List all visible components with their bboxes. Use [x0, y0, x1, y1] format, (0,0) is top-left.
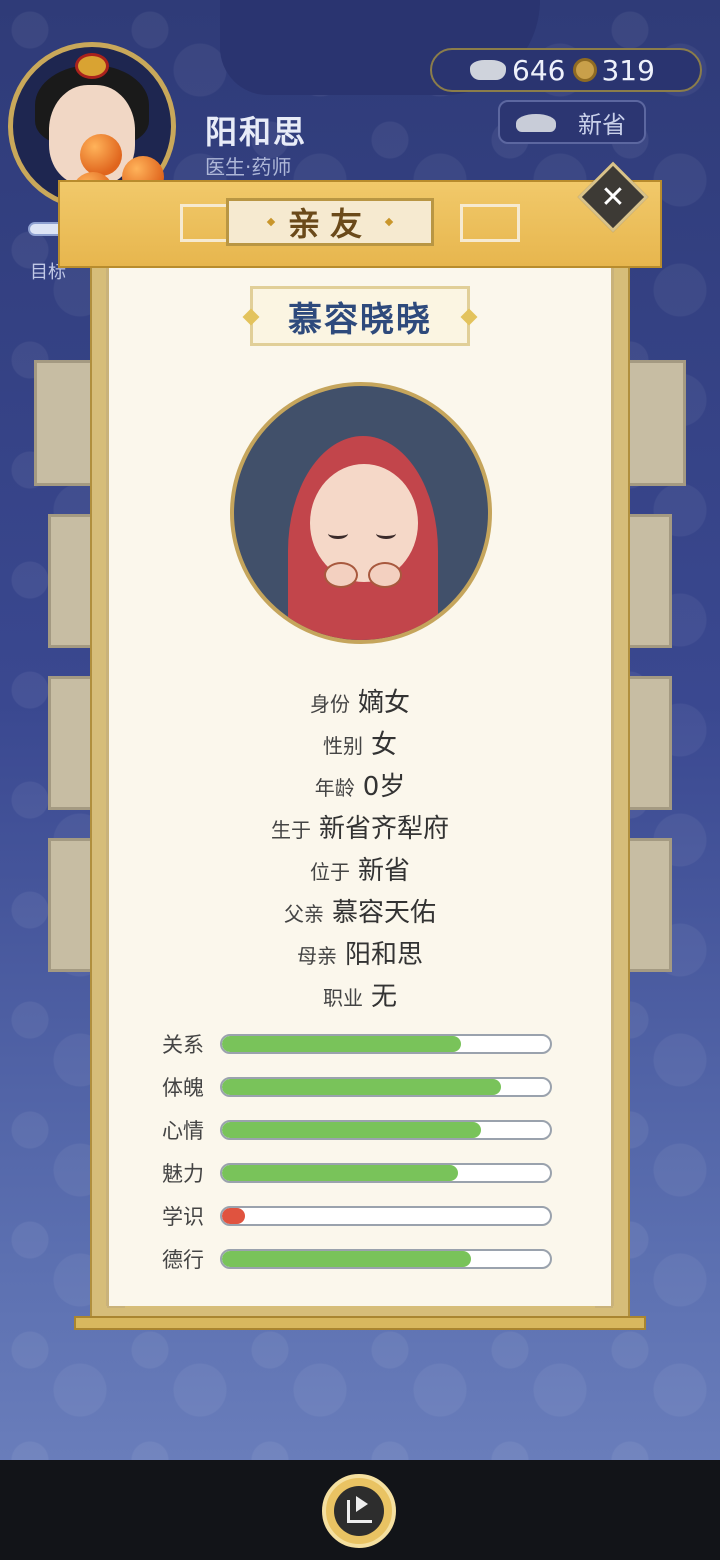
stat-row: 魅力 [162, 1151, 562, 1194]
info-value: 女 [370, 730, 397, 760]
stat-bar [220, 1076, 552, 1097]
stat-bar [220, 1248, 552, 1269]
bottom-bar [0, 1460, 720, 1560]
location-button[interactable]: 新省 [498, 100, 646, 144]
info-key: 母亲 [296, 944, 337, 968]
info-row: 性别女 [90, 724, 630, 766]
info-row: 母亲 阳和思 [90, 934, 630, 976]
info-value: 阳和思 [344, 940, 423, 970]
stat-bar-fill [222, 1207, 245, 1224]
location-label: 新省 [578, 110, 626, 139]
share-button[interactable] [322, 1474, 396, 1548]
info-row: 生于 新省齐犁府 [90, 808, 630, 850]
stat-bar [220, 1205, 552, 1226]
coin-icon [573, 58, 598, 82]
info-value: 嫡女 [357, 688, 410, 718]
coin-amount: 319 [601, 53, 655, 87]
stat-row: 学识 [162, 1194, 562, 1237]
info-row: 身份 嫡女 [90, 682, 630, 724]
stat-row: 心情 [162, 1108, 562, 1151]
stat-label: 学识 [162, 1204, 204, 1229]
stat-label: 体魄 [162, 1075, 204, 1100]
info-row: 位于 新省 [90, 850, 630, 892]
info-value: 无 [370, 982, 397, 1012]
player-name: 阳和思 [205, 113, 308, 151]
stat-label: 心情 [162, 1118, 204, 1143]
modal-header: 亲友 [58, 180, 662, 268]
info-value: 0岁 [362, 772, 406, 802]
info-list: 身份 嫡女 性别女年龄 0岁 生于 新省齐犁府 位于 新省 父亲 慕容天佑 母亲 阳和思 职业无 [90, 682, 630, 1018]
info-key: 身份 [309, 692, 350, 716]
scroll-bottom-rod [74, 1316, 646, 1330]
person-name: 慕容晓晓 [288, 299, 432, 340]
stat-row: 德行 [162, 1237, 562, 1280]
stats-list: 关系体魄心情魅力学识德行 [162, 1022, 562, 1280]
info-key: 年龄 [314, 776, 355, 800]
ink-stone-icon [516, 114, 556, 132]
stat-row: 关系 [162, 1022, 562, 1065]
stat-bar [220, 1162, 552, 1183]
stat-label: 德行 [162, 1247, 204, 1272]
modal-title: 亲友 [287, 205, 372, 243]
avatar-crown [75, 53, 109, 79]
modal-title-tab: 亲友 [226, 198, 434, 246]
info-key: 职业 [322, 986, 363, 1010]
info-key: 性别 [322, 734, 363, 758]
info-key: 生于 [270, 818, 311, 842]
info-row: 年龄 0岁 [90, 766, 630, 808]
info-value: 慕容天佑 [331, 898, 436, 928]
person-name-plate: 慕容晓晓 [242, 286, 478, 346]
stat-bar-fill [222, 1164, 459, 1181]
stat-bar-fill [222, 1078, 501, 1095]
close-icon: ✕ [600, 179, 626, 215]
stat-label: 魅力 [162, 1161, 204, 1186]
stat-bar [220, 1119, 552, 1140]
info-key: 位于 [309, 860, 350, 884]
stat-bar [220, 1033, 552, 1054]
stat-bar-fill [222, 1121, 482, 1138]
stat-label: 关系 [162, 1032, 204, 1057]
info-key: 父亲 [283, 902, 324, 926]
stat-bar-fill [222, 1035, 462, 1052]
silver-ingot-icon [470, 60, 506, 80]
share-icon [334, 1486, 384, 1536]
info-value: 新省 [357, 856, 410, 886]
silver-amount: 646 [512, 53, 566, 87]
header-ornament-right [460, 204, 520, 242]
stat-bar-fill [222, 1250, 472, 1267]
relative-detail-modal: 亲友 ✕ 慕容晓晓 身份 嫡女 性别女年龄 0岁 生于 新省齐犁府 位于 新省 父亲 慕容天佑 母亲… [58, 161, 662, 1330]
person-portrait [230, 382, 492, 644]
info-value: 新省齐犁府 [318, 814, 449, 844]
stat-row: 体魄 [162, 1065, 562, 1108]
currency-bar: 646 319 [430, 48, 702, 92]
info-row: 父亲 慕容天佑 [90, 892, 630, 934]
background-card [34, 360, 98, 486]
background-card [622, 360, 686, 486]
baby-face [310, 464, 418, 588]
info-row: 职业无 [90, 976, 630, 1018]
